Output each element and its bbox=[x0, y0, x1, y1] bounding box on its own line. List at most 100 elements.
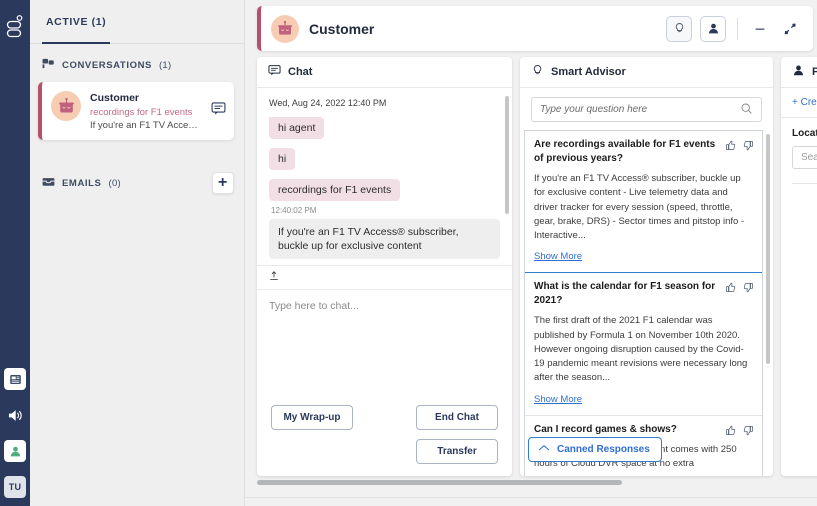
add-email-button[interactable]: + bbox=[212, 172, 234, 194]
agent-desktop-app: TU ACTIVE (1) CONVERSATIONS (1) Customer… bbox=[0, 0, 817, 506]
customer-avatar-icon bbox=[51, 91, 81, 121]
canned-responses-label: Canned Responses bbox=[557, 444, 650, 455]
advisor-rating-group bbox=[725, 423, 754, 441]
create-profile-link[interactable]: + Create bbox=[781, 88, 817, 118]
conversation-item-body: Customer recordings for F1 events If you… bbox=[90, 91, 202, 131]
advisor-scrollbar[interactable] bbox=[766, 134, 770, 364]
chat-icon bbox=[268, 64, 281, 80]
lightbulb-icon bbox=[531, 64, 544, 80]
chat-attach-row bbox=[257, 265, 512, 289]
advisor-rating-group bbox=[725, 138, 754, 156]
chat-action-buttons: My Wrap-up End Chat Transfer bbox=[257, 399, 512, 476]
conversation-item-subject: recordings for F1 events bbox=[90, 107, 193, 118]
chat-message-bubble: If you're an F1 TV Access® subscriber, b… bbox=[269, 219, 500, 260]
thumbs-up-icon[interactable] bbox=[725, 280, 736, 298]
advisor-answer: The first draft of the 2021 F1 calendar … bbox=[534, 315, 748, 384]
emails-count: (0) bbox=[108, 177, 122, 189]
chat-date-divider: Wed, Aug 24, 2022 12:40 PM bbox=[269, 98, 387, 108]
sidebar: ACTIVE (1) CONVERSATIONS (1) Customer re… bbox=[30, 0, 245, 506]
thumbs-up-icon[interactable] bbox=[725, 423, 736, 441]
profile-panel-header: Prof bbox=[781, 57, 817, 88]
chevron-up-icon bbox=[538, 444, 550, 455]
conversation-list-item[interactable]: Customer recordings for F1 events If you… bbox=[38, 82, 234, 140]
advisor-search-input[interactable]: Type your question here bbox=[531, 97, 762, 122]
chat-message-bubble: hi agent bbox=[269, 117, 325, 139]
person-icon[interactable] bbox=[4, 440, 26, 462]
profile-divider bbox=[792, 183, 817, 184]
emails-label: EMAILS bbox=[62, 177, 102, 189]
main-stage: Customer Chat Wed, Aug 24, 2022 12:40 PM… bbox=[245, 0, 817, 506]
chat-panel: Chat Wed, Aug 24, 2022 12:40 PM hi agent… bbox=[257, 57, 512, 476]
advisor-panel-title: Smart Advisor bbox=[551, 66, 626, 78]
chat-flag-icon bbox=[42, 58, 55, 72]
inbox-icon bbox=[42, 177, 55, 190]
advisor-answer: If you're an F1 TV Access® subscriber, b… bbox=[534, 173, 745, 241]
stage-bottom-divider bbox=[245, 497, 817, 498]
show-more-link[interactable]: Show More bbox=[534, 394, 582, 405]
conversations-label: CONVERSATIONS bbox=[62, 59, 152, 71]
upload-icon[interactable] bbox=[268, 269, 280, 287]
my-wrapup-button[interactable]: My Wrap-up bbox=[271, 405, 353, 430]
advisor-panel-header: Smart Advisor bbox=[520, 57, 773, 88]
page-title: Customer bbox=[309, 20, 375, 37]
app-logo-icon[interactable] bbox=[4, 14, 26, 40]
thumbs-down-icon[interactable] bbox=[743, 423, 754, 441]
minimize-button[interactable] bbox=[749, 18, 771, 40]
horizontal-scrollbar-thumb[interactable] bbox=[257, 480, 622, 485]
collapse-icon[interactable] bbox=[779, 18, 801, 40]
left-nav-rail: TU bbox=[0, 0, 30, 506]
conversation-item-name: Customer bbox=[90, 92, 140, 104]
emails-section-header: EMAILS (0) + bbox=[30, 158, 244, 204]
advisor-suggestion-list: Are recordings available for F1 events o… bbox=[524, 130, 763, 476]
customer-avatar-icon bbox=[271, 14, 299, 43]
end-chat-button[interactable]: End Chat bbox=[416, 405, 498, 430]
user-avatar[interactable]: TU bbox=[4, 476, 26, 498]
advisor-search-placeholder: Type your question here bbox=[540, 104, 648, 115]
conversation-item-snippet: If you're an F1 TV Access®... bbox=[90, 120, 202, 131]
chat-input[interactable]: Type here to chat... bbox=[257, 289, 512, 399]
profile-search-input[interactable]: Search bbox=[792, 146, 817, 169]
chat-panel-title: Chat bbox=[288, 66, 313, 78]
sidebar-tabbar: ACTIVE (1) bbox=[30, 0, 244, 44]
advisor-question: Are recordings available for F1 events o… bbox=[534, 139, 716, 164]
advisor-rating-group bbox=[725, 280, 754, 298]
chat-scrollbar[interactable] bbox=[505, 96, 509, 214]
canned-responses-button[interactable]: Canned Responses bbox=[528, 437, 662, 462]
tab-active[interactable]: ACTIVE (1) bbox=[42, 0, 111, 44]
conversations-section-header: CONVERSATIONS (1) bbox=[30, 44, 244, 82]
search-icon[interactable] bbox=[740, 102, 753, 118]
profile-panel-title: Prof bbox=[812, 66, 817, 78]
chat-message-bubble: recordings for F1 events bbox=[269, 179, 401, 201]
advisor-question: Can I record games & shows? bbox=[534, 423, 677, 435]
profile-panel: Prof + Create Locate a Search bbox=[781, 57, 817, 476]
thumbs-down-icon[interactable] bbox=[743, 280, 754, 298]
advisor-search-wrap: Type your question here bbox=[520, 88, 773, 130]
titlebar-divider bbox=[737, 17, 738, 40]
smart-advisor-panel: Smart Advisor Type your question here Ar… bbox=[520, 57, 773, 476]
conversation-titlebar: Customer bbox=[257, 6, 813, 51]
chat-transcript[interactable]: Wed, Aug 24, 2022 12:40 PM hi agent hi r… bbox=[257, 88, 512, 265]
chat-message-bubble: hi bbox=[269, 148, 296, 170]
advisor-suggestion-card[interactable]: What is the calendar for F1 season for 2… bbox=[525, 273, 762, 416]
conversations-count: (1) bbox=[158, 59, 172, 71]
person-icon bbox=[792, 64, 805, 80]
advisor-body: Type your question here Are recordings a… bbox=[520, 88, 773, 476]
lightbulb-icon[interactable] bbox=[666, 15, 692, 42]
transfer-button[interactable]: Transfer bbox=[416, 439, 498, 464]
thumbs-up-icon[interactable] bbox=[725, 138, 736, 156]
speaker-icon[interactable] bbox=[4, 404, 26, 426]
chat-panel-header: Chat bbox=[257, 57, 512, 88]
titlebar-actions bbox=[666, 15, 801, 42]
news-icon[interactable] bbox=[4, 368, 26, 390]
locate-label: Locate a bbox=[792, 128, 817, 139]
advisor-question: What is the calendar for F1 season for 2… bbox=[534, 281, 716, 306]
thumbs-down-icon[interactable] bbox=[743, 138, 754, 156]
show-more-link[interactable]: Show More bbox=[534, 251, 582, 262]
person-icon[interactable] bbox=[700, 15, 726, 42]
panel-row: Chat Wed, Aug 24, 2022 12:40 PM hi agent… bbox=[257, 57, 817, 476]
chat-icon bbox=[211, 101, 226, 121]
advisor-suggestion-card[interactable]: Are recordings available for F1 events o… bbox=[525, 131, 762, 274]
rail-bottom-group: TU bbox=[0, 368, 30, 498]
avatar-initials: TU bbox=[8, 482, 22, 492]
horizontal-scrollbar[interactable] bbox=[257, 480, 817, 492]
